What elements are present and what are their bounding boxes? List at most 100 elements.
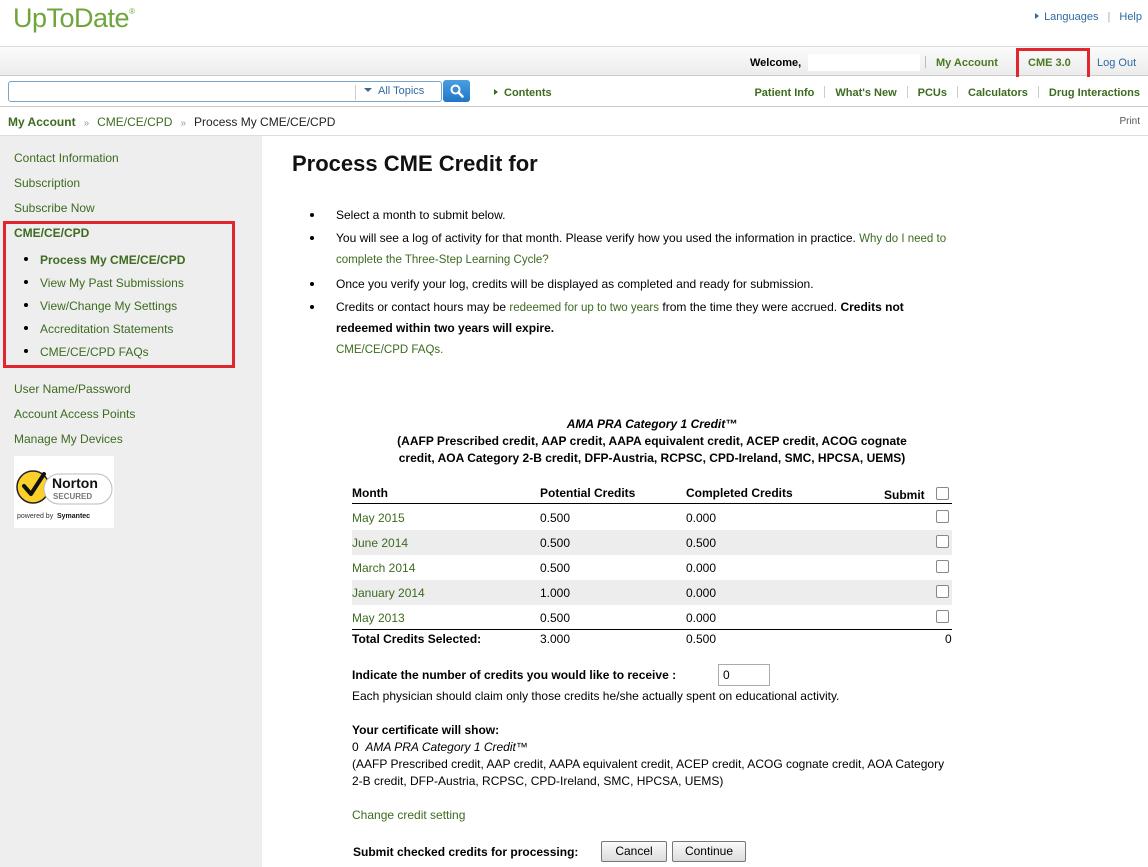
completed-value: 0.500: [686, 536, 717, 550]
claim-note: Each physician should claim only those c…: [352, 689, 840, 703]
divider: [925, 56, 926, 68]
logo-registered-mark: ®: [129, 7, 135, 16]
month-link[interactable]: May 2013: [352, 611, 405, 625]
nav-calculators[interactable]: Calculators: [968, 87, 1028, 99]
potential-value: 0.500: [540, 561, 571, 575]
nav-patient-info[interactable]: Patient Info: [754, 87, 814, 99]
norton-brand: Norton: [52, 475, 98, 491]
redeem-link[interactable]: redeemed for up to two years: [509, 302, 659, 314]
row-checkbox[interactable]: [936, 610, 949, 623]
list-item-text: Credits or contact hours may be: [336, 300, 507, 314]
credit-type-heading: AMA PRA Category 1 Credit™ (AAFP Prescri…: [352, 416, 952, 467]
help-link[interactable]: Help: [1119, 11, 1142, 23]
sidebar-item-past-submissions[interactable]: View My Past Submissions: [24, 276, 184, 290]
month-link[interactable]: May 2015: [352, 511, 405, 525]
sidebar-item-manage-devices[interactable]: Manage My Devices: [14, 432, 123, 446]
topic-select-label: All Topics: [378, 85, 425, 97]
sidebar-item-username-password[interactable]: User Name/Password: [14, 382, 131, 396]
breadcrumb-separator: »: [180, 118, 187, 129]
sidebar-item-process-cme[interactable]: Process My CME/CE/CPD: [24, 253, 185, 267]
three-step-link[interactable]: Why do I need to: [859, 233, 946, 245]
sidebar-item-accreditation[interactable]: Accreditation Statements: [24, 322, 173, 336]
sidebar-item-settings[interactable]: View/Change My Settings: [24, 299, 177, 313]
search-button[interactable]: [443, 80, 470, 102]
sidebar-item-label: Accreditation Statements: [40, 322, 174, 336]
sidebar-item-subscribe-now[interactable]: Subscribe Now: [14, 201, 95, 215]
sidebar-item-faqs[interactable]: CME/CE/CPD FAQs: [24, 345, 149, 359]
col-potential: Potential Credits: [540, 486, 636, 500]
month-link[interactable]: June 2014: [352, 536, 408, 550]
sidebar-item-label: View My Past Submissions: [40, 276, 184, 290]
my-account-link[interactable]: My Account: [936, 57, 998, 69]
completed-value: 0.000: [686, 586, 717, 600]
col-completed: Completed Credits: [686, 486, 793, 500]
credits-claim-label: Indicate the number of credits you would…: [352, 668, 677, 682]
sidebar-item-label: Process My CME/CE/CPD: [40, 253, 186, 267]
cme-link[interactable]: CME 3.0: [1028, 57, 1071, 69]
month-link[interactable]: March 2014: [352, 561, 415, 575]
month-link[interactable]: January 2014: [352, 586, 425, 600]
sidebar-item-subscription[interactable]: Subscription: [14, 176, 80, 190]
credit-subtitle-cont: credit, AOA Category 2-B credit, DFP-Aus…: [398, 451, 906, 465]
top-links: Languages | Help: [1035, 11, 1142, 23]
divider: [352, 503, 952, 504]
potential-value: 1.000: [540, 586, 571, 600]
list-item-text: You will see a log of activity for that …: [336, 231, 856, 245]
list-item-text: Select a month to submit below.: [336, 208, 506, 222]
certificate-count: 0: [352, 740, 359, 754]
credit-title: AMA PRA Category 1 Credit™: [566, 417, 738, 431]
nav-drug-interactions[interactable]: Drug Interactions: [1049, 87, 1140, 99]
languages-link[interactable]: Languages: [1044, 11, 1098, 23]
log-out-link[interactable]: Log Out: [1097, 57, 1136, 69]
expire-warning-cont: redeemed within two years will expire.: [336, 321, 555, 335]
chevron-down-icon: [364, 88, 372, 92]
cancel-button[interactable]: Cancel: [601, 841, 667, 862]
certificate-credit-name: AMA PRA Category 1 Credit™: [365, 740, 528, 754]
sidebar-section-cme[interactable]: CME/CE/CPD: [14, 226, 89, 240]
username-display: [808, 54, 920, 71]
norton-symantec: Symantec: [57, 513, 90, 520]
row-checkbox[interactable]: [936, 510, 949, 523]
norton-secured-badge[interactable]: Norton SECURED powered by Symantec: [14, 456, 114, 528]
search-bar: All Topics Contents Patient Info What's N…: [0, 77, 1148, 107]
breadcrumb-separator: »: [83, 118, 90, 129]
nav-pcus[interactable]: PCUs: [918, 87, 947, 99]
completed-value: 0.000: [686, 611, 717, 625]
potential-value: 0.500: [540, 611, 571, 625]
topic-select[interactable]: All Topics: [364, 85, 424, 97]
credits-claim-input[interactable]: 0: [718, 664, 770, 686]
change-credit-setting-link[interactable]: Change credit setting: [352, 808, 465, 822]
row-checkbox[interactable]: [936, 535, 949, 548]
total-completed: 0.500: [686, 632, 717, 646]
completed-value: 0.000: [686, 511, 717, 525]
norton-check-icon: Norton SECURED powered by Symantec: [16, 470, 113, 520]
logo-text: UpToDate: [13, 3, 130, 33]
print-link[interactable]: Print: [1119, 116, 1140, 127]
certificate-heading: Your certificate will show:: [352, 723, 500, 737]
col-month: Month: [352, 486, 388, 500]
row-checkbox[interactable]: [936, 585, 949, 598]
breadcrumb-my-account[interactable]: My Account: [8, 115, 76, 129]
contents-link[interactable]: Contents: [494, 87, 552, 99]
expire-warning: Credits not: [840, 300, 904, 314]
nav-whats-new[interactable]: What's New: [835, 87, 896, 99]
sidebar-item-access-points[interactable]: Account Access Points: [14, 407, 135, 421]
sidebar-item-contact-information[interactable]: Contact Information: [14, 151, 119, 165]
certificate-credit-line: 0 AMA PRA Category 1 Credit™: [352, 740, 528, 754]
three-step-link-cont[interactable]: complete the Three-Step Learning Cycle?: [336, 254, 549, 266]
contents-label: Contents: [504, 87, 552, 99]
potential-value: 0.500: [540, 536, 571, 550]
col-submit: Submit: [884, 488, 925, 502]
breadcrumb-current: Process My CME/CE/CPD: [194, 115, 336, 129]
continue-button[interactable]: Continue: [672, 841, 746, 862]
breadcrumb-cme[interactable]: CME/CE/CPD: [97, 115, 172, 129]
select-all-checkbox[interactable]: [936, 487, 949, 500]
row-checkbox[interactable]: [936, 560, 949, 573]
faqs-link[interactable]: CME/CE/CPD FAQs.: [336, 340, 443, 360]
uptodate-logo[interactable]: UpToDate®: [13, 3, 135, 34]
certificate-detail: (AAFP Prescribed credit, AAP credit, AAP…: [352, 757, 945, 788]
table-row: January 2014 1.000 0.000: [352, 580, 952, 605]
arrow-right-icon: [1035, 13, 1040, 19]
table-row: May 2013 0.500 0.000: [352, 605, 952, 630]
list-item-text: from the time they were accrued.: [662, 300, 838, 314]
